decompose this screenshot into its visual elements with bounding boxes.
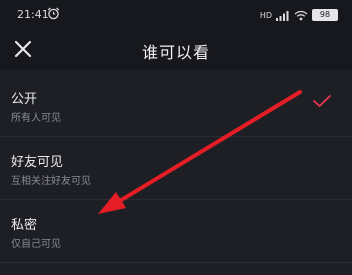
status-icons: HD 98 — [260, 8, 338, 22]
option-public-label: 公开 — [11, 92, 38, 107]
option-private-label: 私密 — [11, 218, 38, 233]
page-title: 谁可以看 — [141, 43, 210, 62]
wifi-icon — [294, 10, 308, 20]
alarm-clock-icon — [47, 7, 60, 20]
option-private-desc: 仅自己可见 — [11, 239, 61, 250]
option-friends[interactable]: 好友可见 互相关注好友可见 — [0, 137, 352, 200]
option-private[interactable]: 私密 仅自己可见 — [0, 200, 352, 263]
network-type-label: HD — [259, 10, 272, 20]
option-friends-desc: 互相关注好友可见 — [11, 176, 91, 187]
status-time: 21:41 — [17, 8, 49, 21]
option-friends-label: 好友可见 — [11, 155, 64, 170]
check-icon — [313, 95, 331, 107]
battery-indicator: 98 — [312, 9, 338, 21]
status-bar: 21:41 HD 98 — [0, 0, 352, 30]
header: 谁可以看 — [0, 30, 352, 70]
cellular-signal-icon — [276, 10, 289, 21]
option-public[interactable]: 公开 所有人可见 — [0, 74, 352, 137]
option-public-desc: 所有人可见 — [11, 113, 61, 124]
